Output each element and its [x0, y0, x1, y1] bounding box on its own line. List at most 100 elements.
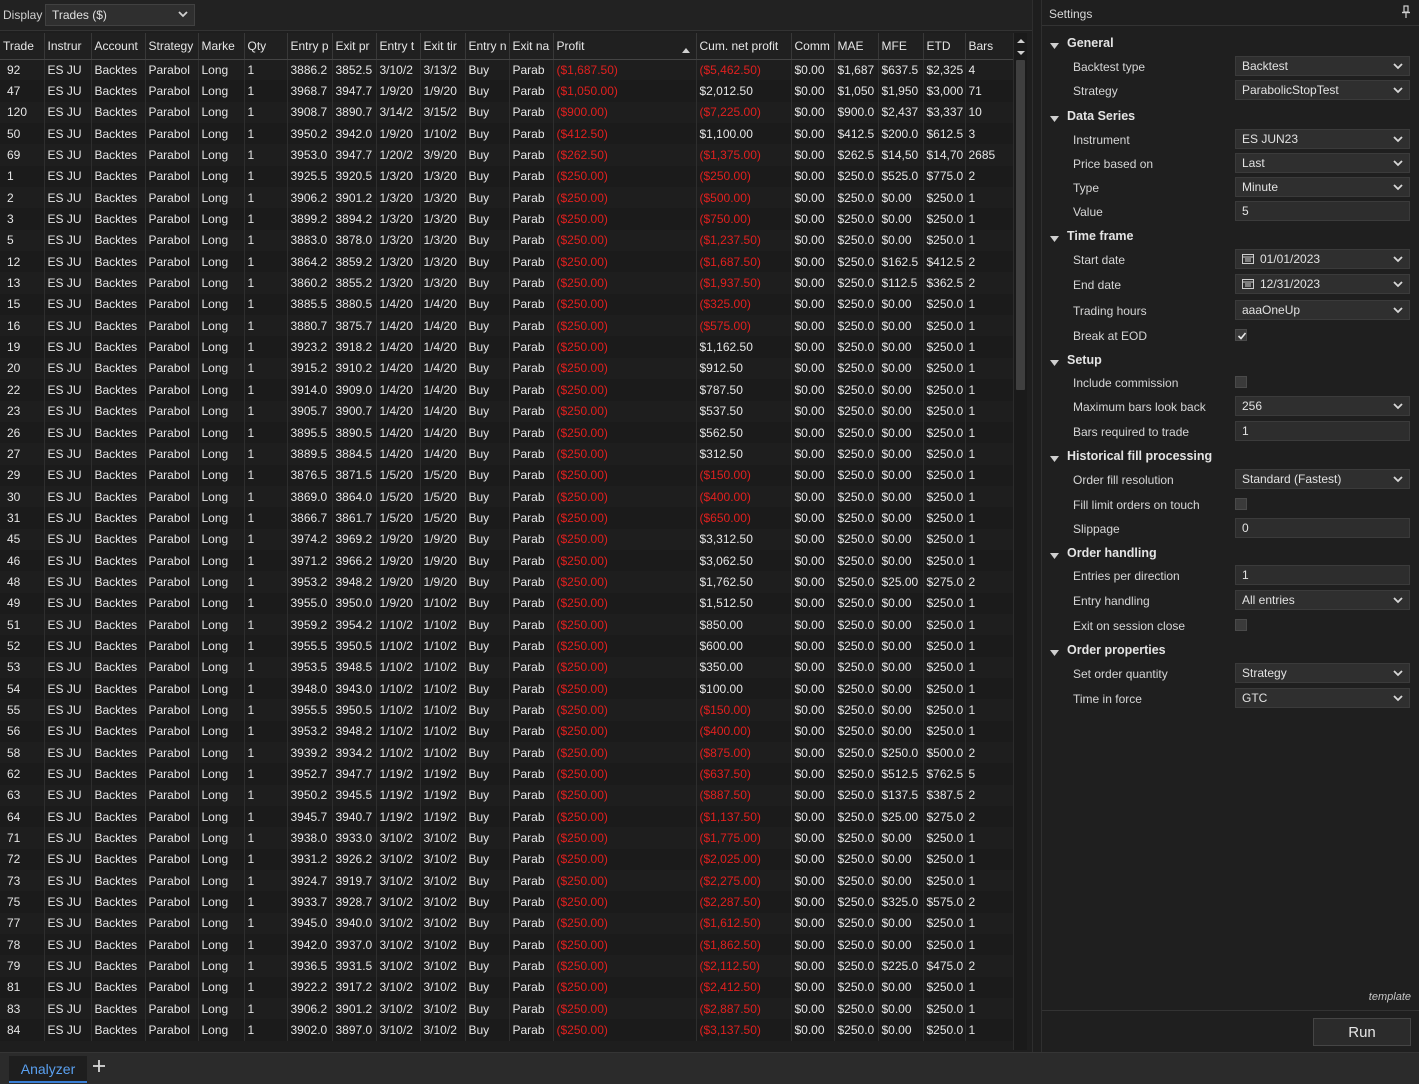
table-row[interactable]: 31 ES JU Backtes Parabol Long 1 3866.7 3861.7 1/… [0, 507, 1013, 529]
column-header-3[interactable]: Strategy [145, 33, 199, 60]
column-header-1[interactable]: Instrur [44, 33, 92, 60]
table-row[interactable]: 52 ES JU Backtes Parabol Long 1 3955.5 3950.5 1/… [0, 635, 1013, 657]
column-header-16[interactable]: MFE [878, 33, 924, 60]
triangle-down-icon[interactable] [1050, 39, 1059, 49]
settings-group-label[interactable]: Time frame [1067, 229, 1133, 243]
table-row[interactable]: 1 ES JU Backtes Parabol Long 1 3925.5 3920.5 1/3… [0, 165, 1013, 188]
property-select[interactable]: 256 [1235, 396, 1410, 416]
settings-group-label[interactable]: Order properties [1067, 643, 1166, 657]
column-header-11[interactable]: Exit na [509, 33, 554, 60]
calendar-icon[interactable] [1242, 278, 1254, 289]
table-row[interactable]: 3 ES JU Backtes Parabol Long 1 3899.2 3894.2 1/3… [0, 208, 1013, 230]
table-row[interactable]: 16 ES JU Backtes Parabol Long 1 3880.7 3875.7 1/… [0, 315, 1013, 337]
property-checkbox[interactable] [1235, 619, 1247, 631]
date-picker[interactable]: 01/01/2023 [1235, 249, 1410, 269]
column-header-7[interactable]: Exit pr [332, 33, 377, 60]
date-picker[interactable]: 12/31/2023 [1235, 274, 1410, 294]
column-header-6[interactable]: Entry p [287, 33, 333, 60]
table-row[interactable]: 22 ES JU Backtes Parabol Long 1 3914.0 3909.0 1/… [0, 379, 1013, 401]
table-row[interactable]: 30 ES JU Backtes Parabol Long 1 3869.0 3864.0 1/… [0, 485, 1013, 508]
table-row[interactable]: 47 ES JU Backtes Parabol Long 1 3968.7 3947.7 1/… [0, 80, 1013, 102]
table-row[interactable]: 2 ES JU Backtes Parabol Long 1 3906.2 3901.2 1/3… [0, 187, 1013, 209]
calendar-icon[interactable] [1242, 253, 1254, 264]
triangle-down-icon[interactable] [1050, 646, 1059, 656]
table-row[interactable]: 53 ES JU Backtes Parabol Long 1 3953.5 3948.5 1/… [0, 656, 1013, 678]
table-row[interactable]: 83 ES JU Backtes Parabol Long 1 3906.2 3901.2 3/… [0, 998, 1013, 1020]
settings-group-label[interactable]: Data Series [1067, 109, 1135, 123]
triangle-down-icon[interactable] [1050, 452, 1059, 462]
table-row[interactable]: 73 ES JU Backtes Parabol Long 1 3924.7 3919.7 3/… [0, 870, 1013, 892]
table-row[interactable]: 92 ES JU Backtes Parabol Long 1 3886.2 3852.5 3/… [0, 59, 1013, 81]
table-row[interactable]: 20 ES JU Backtes Parabol Long 1 3915.2 3910.2 1/… [0, 357, 1013, 380]
property-select[interactable]: All entries [1235, 590, 1410, 610]
table-row[interactable]: 5 ES JU Backtes Parabol Long 1 3883.0 3878.0 1/3… [0, 229, 1013, 252]
property-input[interactable]: 5 [1235, 201, 1410, 221]
column-header-13[interactable]: Cum. net profit [696, 33, 792, 60]
property-select[interactable]: ES JUN23 [1235, 129, 1410, 149]
table-row[interactable]: 23 ES JU Backtes Parabol Long 1 3905.7 3900.7 1/… [0, 400, 1013, 422]
triangle-down-icon[interactable] [1050, 549, 1059, 559]
table-row[interactable]: 77 ES JU Backtes Parabol Long 1 3945.0 3940.0 3/… [0, 912, 1013, 935]
property-select[interactable]: Last [1235, 153, 1410, 173]
property-input[interactable]: 0 [1235, 518, 1410, 538]
triangle-down-icon[interactable] [1050, 356, 1059, 366]
property-select[interactable]: Minute [1235, 177, 1410, 197]
property-select[interactable]: ParabolicStopTest [1235, 80, 1410, 100]
table-row[interactable]: 75 ES JU Backtes Parabol Long 1 3933.7 3928.7 3/… [0, 891, 1013, 913]
table-row[interactable]: 26 ES JU Backtes Parabol Long 1 3895.5 3890.5 1/… [0, 421, 1013, 444]
table-row[interactable]: 54 ES JU Backtes Parabol Long 1 3948.0 3943.0 1/… [0, 677, 1013, 700]
table-row[interactable]: 55 ES JU Backtes Parabol Long 1 3955.5 3950.5 1/… [0, 699, 1013, 721]
property-select[interactable]: Standard (Fastest) [1235, 469, 1410, 489]
settings-group-label[interactable]: Historical fill processing [1067, 449, 1212, 463]
table-row[interactable]: 63 ES JU Backtes Parabol Long 1 3950.2 3945.5 1/… [0, 784, 1013, 807]
table-row[interactable]: 81 ES JU Backtes Parabol Long 1 3922.2 3917.2 3/… [0, 976, 1013, 999]
table-row[interactable]: 15 ES JU Backtes Parabol Long 1 3885.5 3880.5 1/… [0, 293, 1013, 316]
column-header-10[interactable]: Entry n [465, 33, 510, 60]
property-select[interactable]: GTC [1235, 688, 1410, 708]
column-header-18[interactable]: Bars [965, 33, 1013, 60]
table-row[interactable]: 120 ES JU Backtes Parabol Long 1 3908.7 3890.7 3… [0, 101, 1013, 124]
table-row[interactable]: 48 ES JU Backtes Parabol Long 1 3953.2 3948.2 1/… [0, 571, 1013, 593]
property-checkbox[interactable] [1235, 498, 1247, 510]
property-select[interactable]: Backtest [1235, 56, 1410, 76]
table-row[interactable]: 72 ES JU Backtes Parabol Long 1 3931.2 3926.2 3/… [0, 848, 1013, 871]
settings-group-label[interactable]: General [1067, 36, 1114, 50]
table-row[interactable]: 49 ES JU Backtes Parabol Long 1 3955.0 3950.0 1/… [0, 592, 1013, 614]
table-row[interactable]: 51 ES JU Backtes Parabol Long 1 3959.2 3954.2 1/… [0, 613, 1013, 636]
property-checkbox[interactable] [1235, 376, 1247, 388]
pin-icon[interactable] [1401, 5, 1411, 19]
table-row[interactable]: 78 ES JU Backtes Parabol Long 1 3942.0 3937.0 3/… [0, 934, 1013, 956]
column-header-2[interactable]: Account [91, 33, 146, 60]
column-header-15[interactable]: MAE [834, 33, 879, 60]
table-row[interactable]: 13 ES JU Backtes Parabol Long 1 3860.2 3855.2 1/… [0, 272, 1013, 294]
add-tab-icon[interactable] [92, 1059, 106, 1073]
table-row[interactable]: 62 ES JU Backtes Parabol Long 1 3952.7 3947.7 1/… [0, 763, 1013, 785]
settings-group-label[interactable]: Setup [1067, 353, 1102, 367]
column-header-5[interactable]: Qty [244, 33, 288, 60]
table-row[interactable]: 12 ES JU Backtes Parabol Long 1 3864.2 3859.2 1/… [0, 251, 1013, 273]
table-row[interactable]: 19 ES JU Backtes Parabol Long 1 3923.2 3918.2 1/… [0, 336, 1013, 358]
property-select[interactable]: aaaOneUp [1235, 300, 1410, 320]
property-checkbox[interactable] [1235, 329, 1247, 341]
table-row[interactable]: 29 ES JU Backtes Parabol Long 1 3876.5 3871.5 1/… [0, 464, 1013, 486]
column-header-8[interactable]: Entry t [376, 33, 421, 60]
table-row[interactable]: 79 ES JU Backtes Parabol Long 1 3936.5 3931.5 3/… [0, 955, 1013, 977]
table-row[interactable]: 50 ES JU Backtes Parabol Long 1 3950.2 3942.0 1/… [0, 123, 1013, 145]
table-row[interactable]: 45 ES JU Backtes Parabol Long 1 3974.2 3969.2 1/… [0, 528, 1013, 550]
scroll-up-icon[interactable] [1015, 35, 1027, 45]
column-header-9[interactable]: Exit tir [420, 33, 466, 60]
tab-analyzer[interactable]: Analyzer [9, 1056, 87, 1083]
triangle-down-icon[interactable] [1050, 112, 1059, 122]
column-header-12[interactable]: Profit [553, 33, 697, 60]
column-header-14[interactable]: Comm [791, 33, 835, 60]
table-row[interactable]: 56 ES JU Backtes Parabol Long 1 3953.2 3948.2 1/… [0, 720, 1013, 742]
settings-group-label[interactable]: Order handling [1067, 546, 1157, 560]
table-row[interactable]: 84 ES JU Backtes Parabol Long 1 3902.0 3897.0 3/… [0, 1019, 1013, 1041]
table-row[interactable]: 27 ES JU Backtes Parabol Long 1 3889.5 3884.5 1/… [0, 443, 1013, 465]
table-row[interactable]: 58 ES JU Backtes Parabol Long 1 3939.2 3934.2 1/… [0, 742, 1013, 764]
table-row[interactable]: 71 ES JU Backtes Parabol Long 1 3938.0 3933.0 3/… [0, 827, 1013, 849]
template-label[interactable]: template [1369, 991, 1411, 1003]
table-row[interactable]: 46 ES JU Backtes Parabol Long 1 3971.2 3966.2 1/… [0, 549, 1013, 572]
column-header-4[interactable]: Marke [198, 33, 245, 60]
display-select[interactable]: Trades ($) [45, 4, 195, 26]
